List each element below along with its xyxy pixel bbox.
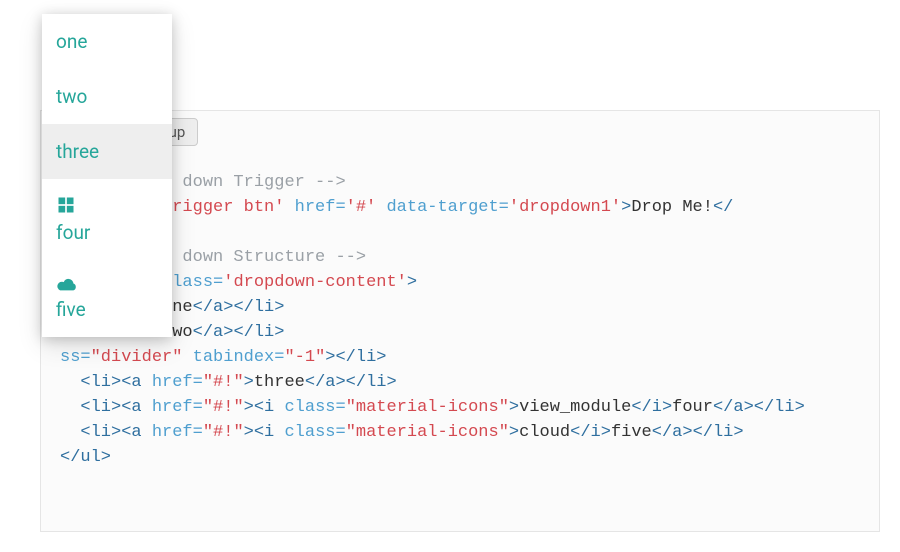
code-text: four (672, 398, 713, 417)
code-text: three (254, 373, 305, 392)
dropdown-item-three[interactable]: three (42, 124, 172, 179)
dropdown-item-label: one (56, 30, 87, 53)
dropdown-item-label: five (56, 298, 86, 321)
code-text: cloud (519, 423, 570, 442)
code-text: Drop Me! (631, 198, 713, 217)
code-comment: down Trigger --> (182, 173, 345, 192)
dropdown-item-five[interactable]: five (42, 260, 172, 337)
code-attr-value: "#!" (203, 423, 244, 442)
code-text: five (611, 423, 652, 442)
code-attr-value: "-1" (284, 348, 325, 367)
code-attr-value: "material-icons" (346, 398, 509, 417)
code-attr-value: "#!" (203, 398, 244, 417)
cloud-icon (56, 276, 78, 292)
code-attr-value: "#!" (203, 373, 244, 392)
dropdown-item-one[interactable]: one (42, 14, 172, 69)
code-attr-value: "divider" (91, 348, 183, 367)
dropdown-item-two[interactable]: two (42, 69, 172, 124)
code-attr: ss= (60, 348, 91, 367)
code-attr: data-target= (376, 198, 509, 217)
dropdown-item-label: four (56, 221, 90, 244)
code-attr-value: '#' (346, 198, 377, 217)
code-comment: down Structure --> (182, 248, 366, 267)
code-attr-value: 'dropdown-content' (223, 273, 407, 292)
code-attr-value: "material-icons" (346, 423, 509, 442)
code-text: view_module (519, 398, 631, 417)
grid-icon (56, 195, 76, 215)
dropdown-item-four[interactable]: four (42, 179, 172, 260)
code-attr: href= (284, 198, 345, 217)
dropdown-item-label: three (56, 140, 99, 163)
code-attr: tabindex= (182, 348, 284, 367)
dropdown-item-label: two (56, 85, 87, 108)
dropdown-menu: one two three four five (42, 14, 172, 337)
code-attr-value: 'dropdown1' (509, 198, 621, 217)
